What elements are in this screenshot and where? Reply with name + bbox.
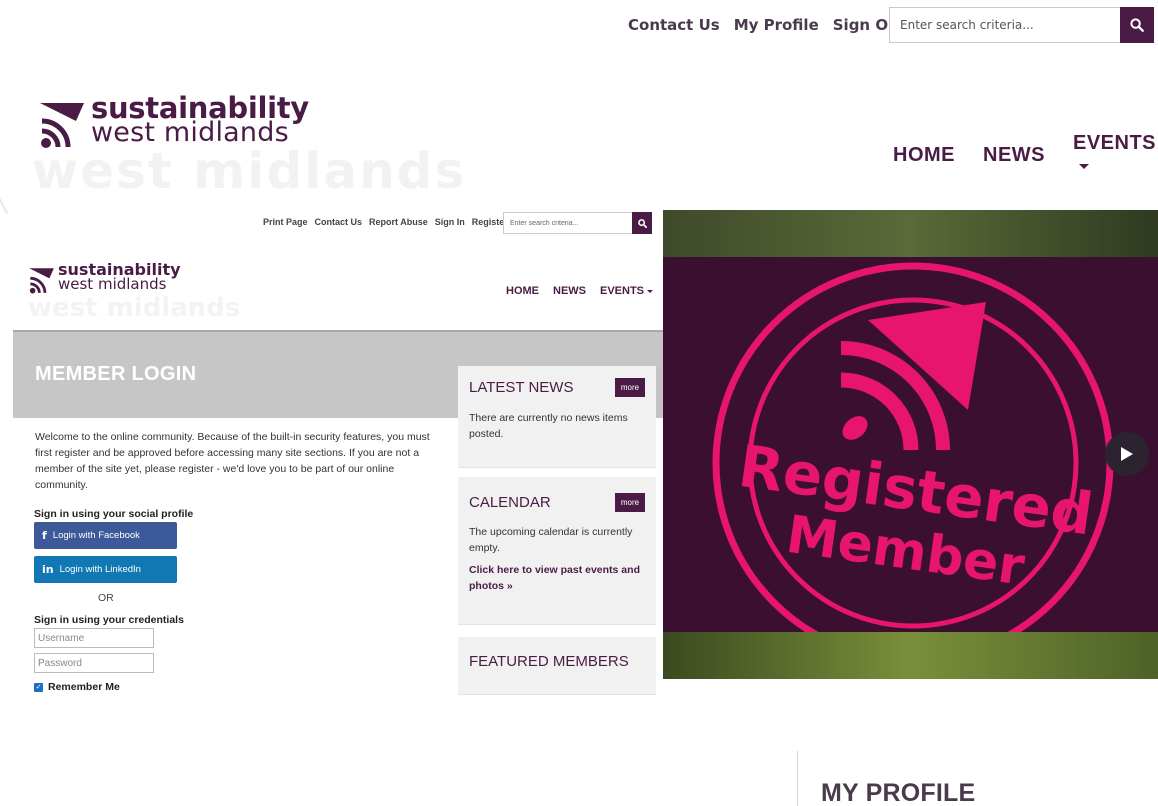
featured-members-title: FEATURED MEMBERS xyxy=(469,653,629,670)
calendar-title: CALENDAR xyxy=(469,494,551,511)
my-profile-link[interactable]: My Profile xyxy=(734,14,819,36)
login-with-facebook-button[interactable]: f Login with Facebook xyxy=(34,522,177,549)
search-button[interactable] xyxy=(1120,7,1154,43)
nav-news[interactable]: NEWS xyxy=(983,144,1045,167)
username-field[interactable] xyxy=(34,628,154,648)
embedded-nav-events-label: EVENTS xyxy=(600,285,645,297)
linkedin-button-label: Login with LinkedIn xyxy=(59,564,141,575)
calendar-widget: CALENDAR more The upcoming calendar is c… xyxy=(458,477,656,625)
logo-signal-icon xyxy=(40,103,84,148)
calendar-text: The upcoming calendar is currently empty… xyxy=(469,526,633,554)
nav-events[interactable]: EVENTS xyxy=(1073,132,1158,178)
credentials-heading: Sign in using your credentials xyxy=(34,614,184,626)
search-input[interactable] xyxy=(889,7,1120,43)
latest-news-widget: LATEST NEWS more There are currently no … xyxy=(458,366,656,468)
chevron-down-icon xyxy=(1079,164,1089,170)
embedded-nav-news[interactable]: NEWS xyxy=(553,285,586,297)
login-with-linkedin-button[interactable]: in Login with LinkedIn xyxy=(34,556,177,583)
nav-events-label: EVENTS xyxy=(1073,132,1157,154)
checkbox-checked-icon: ✓ xyxy=(34,682,43,692)
remember-me-label: Remember Me xyxy=(48,681,120,693)
print-page-link[interactable]: Print Page xyxy=(263,217,308,227)
carousel-next-button[interactable] xyxy=(1105,432,1149,476)
play-icon xyxy=(1121,447,1133,461)
scrollbar[interactable] xyxy=(657,366,662,418)
calendar-more-button[interactable]: more xyxy=(615,493,645,512)
password-field[interactable] xyxy=(34,653,154,673)
sign-in-link[interactable]: Sign In xyxy=(435,217,465,227)
registered-member-badge-graphic: Registered Member xyxy=(663,210,1158,679)
nav-home[interactable]: HOME xyxy=(893,144,955,167)
section-divider xyxy=(797,751,798,806)
remember-me-checkbox[interactable]: ✓ Remember Me xyxy=(34,681,120,693)
top-utility-links: Contact Us My Profile Sign Out xyxy=(628,14,906,36)
intro-text: Welcome to the online community. Because… xyxy=(35,431,430,491)
embedded-logo-line-2: west midlands xyxy=(58,275,167,293)
facebook-icon: f xyxy=(42,529,47,542)
page-title: MEMBER LOGIN xyxy=(35,363,197,385)
logo-signal-icon xyxy=(29,268,54,294)
embedded-nav-events[interactable]: EVENTS xyxy=(600,285,654,297)
chevron-down-icon xyxy=(647,289,654,293)
embedded-utility-links: Print Page Contact Us Report Abuse Sign … xyxy=(263,217,508,227)
report-abuse-link[interactable]: Report Abuse xyxy=(369,217,428,227)
search-icon xyxy=(1130,18,1144,32)
decorative-divider xyxy=(0,151,9,215)
embedded-search-button[interactable] xyxy=(632,212,652,234)
linkedin-icon: in xyxy=(42,563,54,576)
featured-members-widget: FEATURED MEMBERS xyxy=(458,637,656,695)
search-icon xyxy=(637,218,647,228)
embedded-contact-us-link[interactable]: Contact Us xyxy=(315,217,363,227)
embedded-navigation: HOME NEWS EVENTS xyxy=(506,285,654,297)
logo-line-2: west midlands xyxy=(91,117,289,148)
latest-news-title: LATEST NEWS xyxy=(469,379,574,396)
facebook-button-label: Login with Facebook xyxy=(52,530,140,541)
embedded-nav-home[interactable]: HOME xyxy=(506,285,539,297)
site-logo[interactable]: sustainability west midlands xyxy=(36,91,309,157)
social-signin-heading: Sign in using your social profile xyxy=(34,508,194,520)
past-events-link[interactable]: Click here to view past events and photo… xyxy=(469,562,647,594)
contact-us-link[interactable]: Contact Us xyxy=(628,14,720,36)
main-navigation: HOME NEWS EVENTS xyxy=(893,132,1158,178)
embedded-search-input[interactable] xyxy=(503,212,632,234)
latest-news-text: There are currently no news items posted… xyxy=(469,412,628,440)
embedded-site-logo[interactable]: sustainability west midlands xyxy=(27,260,181,300)
my-profile-heading: MY PROFILE xyxy=(821,779,976,806)
or-separator: OR xyxy=(98,592,114,604)
embedded-search-bar xyxy=(503,212,652,234)
registered-member-image: Registered Member xyxy=(663,210,1158,679)
top-search-bar xyxy=(889,7,1154,43)
latest-news-more-button[interactable]: more xyxy=(615,378,645,397)
